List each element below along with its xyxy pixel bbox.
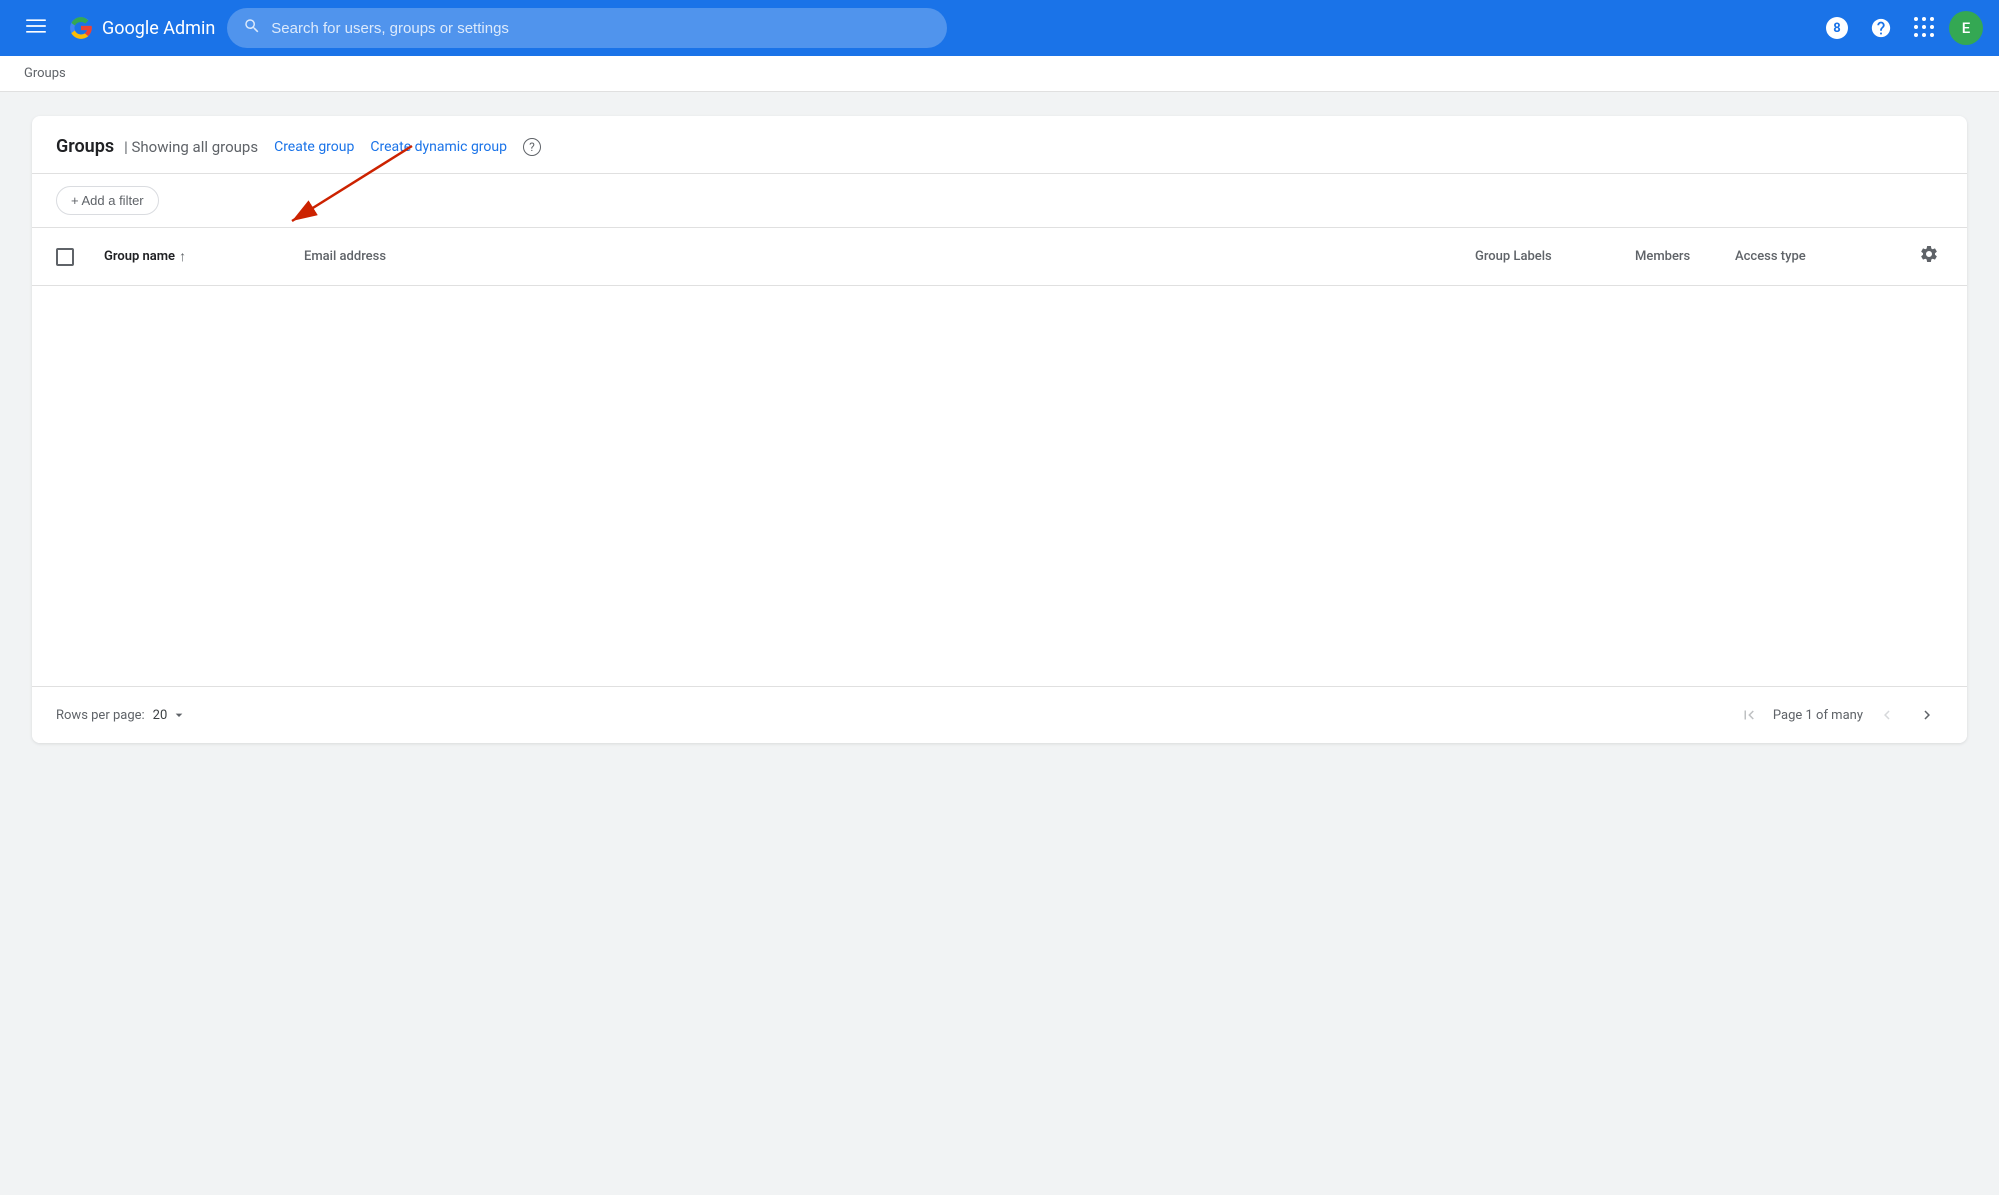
prev-page-button[interactable] bbox=[1871, 699, 1903, 731]
breadcrumb: Groups bbox=[0, 56, 1999, 92]
support-badge: 8 bbox=[1826, 17, 1848, 39]
table-body bbox=[32, 286, 1967, 686]
help-icon bbox=[1870, 17, 1892, 39]
members-header[interactable]: Members bbox=[1635, 249, 1735, 264]
col-group-name: Group name ↑ bbox=[104, 248, 304, 265]
table-settings-icon[interactable] bbox=[1915, 240, 1943, 273]
col-settings bbox=[1895, 240, 1943, 273]
create-group-link[interactable]: Create group bbox=[274, 139, 354, 155]
logo-text: Google Admin bbox=[102, 18, 215, 39]
top-nav: Google Admin 8 E bbox=[0, 0, 1999, 56]
page-label: Page 1 of many bbox=[1773, 708, 1863, 723]
app-logo: Google Admin bbox=[68, 15, 215, 41]
rows-per-page-select[interactable]: 20 bbox=[153, 707, 188, 723]
add-filter-button[interactable]: + Add a filter bbox=[56, 186, 159, 215]
nav-actions: 8 E bbox=[1817, 8, 1983, 48]
rows-value: 20 bbox=[153, 708, 168, 723]
first-page-button[interactable] bbox=[1733, 699, 1765, 731]
col-access: Access type bbox=[1735, 249, 1895, 264]
card-header: Groups | Showing all groups Create group… bbox=[32, 116, 1967, 174]
search-icon bbox=[243, 17, 261, 40]
menu-button[interactable] bbox=[16, 8, 56, 48]
col-labels: Group Labels bbox=[1475, 249, 1635, 264]
main-content: Groups | Showing all groups Create group… bbox=[0, 92, 1999, 767]
rows-per-page: Rows per page: 20 bbox=[56, 707, 187, 723]
add-filter-label: + Add a filter bbox=[71, 193, 144, 208]
groups-card: Groups | Showing all groups Create group… bbox=[32, 116, 1967, 743]
col-email: Email address bbox=[304, 249, 1475, 264]
help-circle-icon[interactable]: ? bbox=[523, 138, 541, 156]
sort-arrow-icon: ↑ bbox=[179, 248, 186, 265]
rows-per-page-label: Rows per page: bbox=[56, 708, 145, 723]
google-logo-icon bbox=[68, 15, 94, 41]
filter-bar: + Add a filter bbox=[32, 174, 1967, 228]
select-all-col bbox=[56, 248, 104, 266]
labels-header[interactable]: Group Labels bbox=[1475, 249, 1635, 264]
group-name-header[interactable]: Group name ↑ bbox=[104, 248, 304, 265]
select-all-checkbox[interactable] bbox=[56, 248, 74, 266]
page-title: Groups | Showing all groups bbox=[56, 136, 258, 157]
search-bar[interactable] bbox=[227, 8, 947, 48]
help-button[interactable] bbox=[1861, 8, 1901, 48]
access-type-header[interactable]: Access type bbox=[1735, 249, 1895, 264]
pagination: Page 1 of many bbox=[1733, 699, 1943, 731]
search-input[interactable] bbox=[271, 20, 931, 37]
rows-dropdown-icon bbox=[171, 707, 187, 723]
card-footer: Rows per page: 20 Page 1 of many bbox=[32, 686, 1967, 743]
support-button[interactable]: 8 bbox=[1817, 8, 1857, 48]
avatar[interactable]: E bbox=[1949, 11, 1983, 45]
apps-button[interactable] bbox=[1905, 8, 1945, 48]
breadcrumb-label: Groups bbox=[24, 66, 66, 81]
table-header: Group name ↑ Email address Group Labels … bbox=[32, 228, 1967, 286]
create-dynamic-group-link[interactable]: Create dynamic group bbox=[370, 139, 507, 155]
menu-icon bbox=[26, 16, 46, 41]
email-header[interactable]: Email address bbox=[304, 249, 1475, 264]
col-members: Members bbox=[1635, 249, 1735, 264]
next-page-button[interactable] bbox=[1911, 699, 1943, 731]
grid-dots-icon bbox=[1914, 17, 1936, 39]
